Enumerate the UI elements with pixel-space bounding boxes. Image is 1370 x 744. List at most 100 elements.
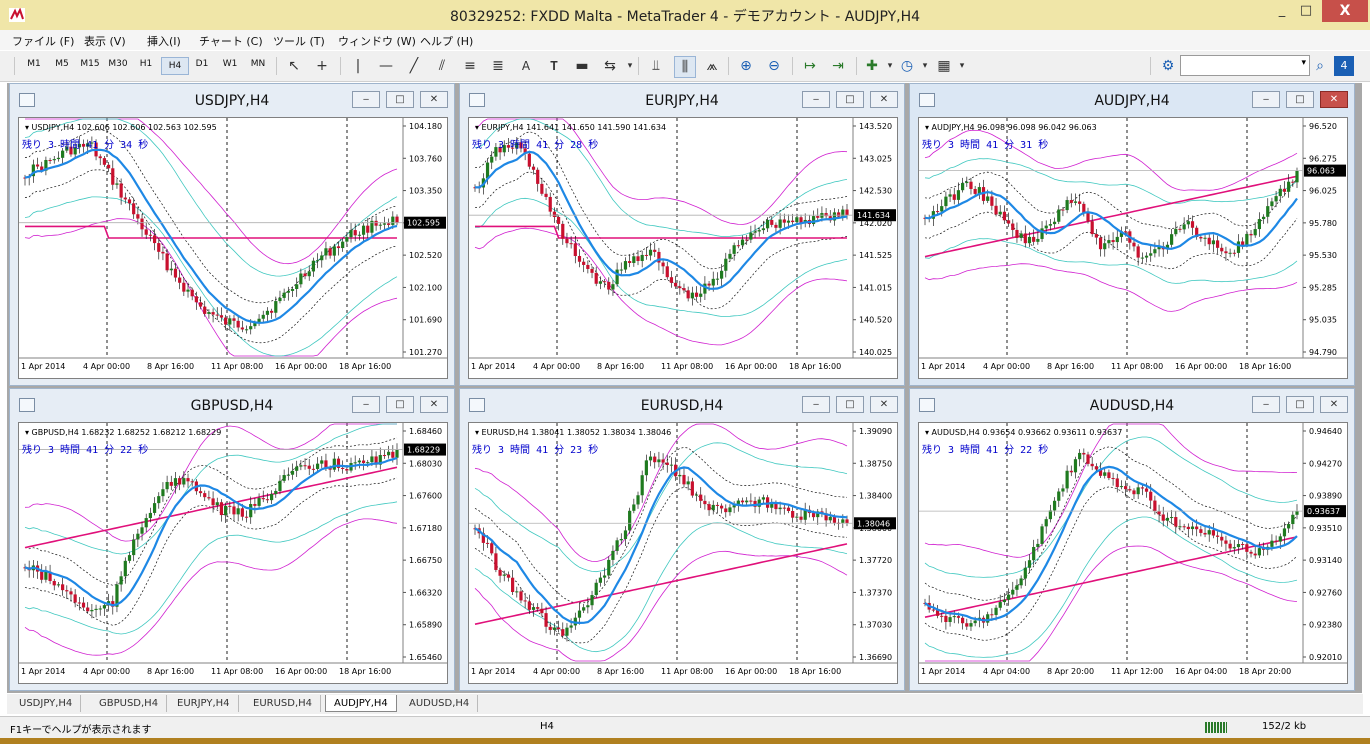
minimize-button[interactable]: _ [1270,2,1294,22]
timeframe-h1-button[interactable]: H1 [133,59,159,69]
tab-audusd[interactable]: AUDUSD,H4 [401,695,479,712]
chart-canvas[interactable]: ▾ GBPUSD,H4 1.68232 1.68252 1.68212 1.68… [19,423,447,683]
line-chart-icon[interactable]: ⩕ [702,56,722,76]
chart-window[interactable]: AUDUSD,H4 ‒ □ ✕ ▾ AUDUSD,H4 0.93654 0.93662 … [909,388,1355,691]
chart-plot[interactable]: ▾ AUDUSD,H4 0.93654 0.93662 0.93611 0.93… [918,422,1348,684]
chevron-down-icon[interactable]: ▾ [1301,58,1306,68]
crosshair-icon[interactable]: + [312,56,332,76]
vertical-line-icon[interactable]: | [348,56,368,76]
menu-file[interactable]: ファイル (F) [12,33,74,49]
mail-icon[interactable]: 4 [1334,56,1354,76]
menu-window[interactable]: ウィンドウ (W) [338,33,416,49]
chart-close-button[interactable]: ✕ [1320,91,1348,108]
chart-minimize-button[interactable]: ‒ [352,91,380,108]
timeframe-m1-button[interactable]: M1 [21,59,47,69]
menu-view[interactable]: 表示 (V) [84,33,126,49]
fibonacci-icon[interactable]: ≡ [460,56,480,76]
chart-plot[interactable]: ▾ USDJPY,H4 102.606 102.606 102.563 102.… [18,117,448,379]
bar-chart-icon[interactable]: ⫫ [646,56,666,76]
chart-maximize-button[interactable]: □ [386,91,414,108]
chart-canvas[interactable]: ▾ AUDUSD,H4 0.93654 0.93662 0.93611 0.93… [919,423,1347,683]
text-label-icon[interactable]: 𝐓 [544,56,564,76]
chart-window[interactable]: GBPUSD,H4 ‒ □ ✕ ▾ GBPUSD,H4 1.68232 1.68252 … [9,388,455,691]
chart-window-title-bar[interactable]: EURUSD,H4 ‒ □ ✕ [460,389,904,421]
timeframe-d1-button[interactable]: D1 [189,59,215,69]
tab-eurjpy[interactable]: EURJPY,H4 [169,695,239,712]
close-button[interactable]: X [1322,0,1368,22]
price-tick-label: 1.68030 [409,459,442,468]
chart-canvas[interactable]: ▾ EURJPY,H4 141.641 141.650 141.590 141.… [469,118,897,378]
templates-icon[interactable]: ▦ [934,56,954,76]
search-icon[interactable]: ⌕ [1310,56,1330,76]
chart-window[interactable]: USDJPY,H4 ‒ □ ✕ ▾ USDJPY,H4 102.606 102.606 … [9,83,455,386]
chart-close-button[interactable]: ✕ [870,91,898,108]
candlestick [1203,233,1207,247]
chart-canvas[interactable]: ▾ AUDJPY,H4 96.098 96.098 96.042 96.063 残… [919,118,1347,378]
chart-window-title-bar[interactable]: AUDUSD,H4 ‒ □ ✕ [910,389,1354,421]
chart-canvas[interactable]: ▾ USDJPY,H4 102.606 102.606 102.563 102.… [19,118,447,378]
timeframe-m5-button[interactable]: M5 [49,59,75,69]
tab-audjpy[interactable]: AUDJPY,H4 [325,695,397,712]
tab-usdjpy[interactable]: USDJPY,H4 [11,695,82,712]
chart-maximize-button[interactable]: □ [1286,396,1314,413]
settings-icon[interactable]: ⚙ [1158,56,1178,76]
chart-plot[interactable]: ▾ EURUSD,H4 1.38041 1.38052 1.38034 1.38… [468,422,898,684]
chart-maximize-button[interactable]: □ [836,396,864,413]
tab-gbpusd[interactable]: GBPUSD,H4 [91,695,168,712]
cursor-icon[interactable]: ↖ [284,56,304,76]
periods-icon[interactable]: ◷ [897,56,917,76]
chart-close-button[interactable]: ✕ [420,396,448,413]
zoom-out-icon[interactable]: ⊖ [764,56,784,76]
time-tick-label: 18 Apr 16:00 [339,362,391,371]
chart-plot[interactable]: ▾ GBPUSD,H4 1.68232 1.68252 1.68212 1.68… [18,422,448,684]
chart-maximize-button[interactable]: □ [1286,91,1314,108]
chevron-down-icon[interactable]: ▾ [620,56,640,76]
chart-close-button[interactable]: ✕ [1320,396,1348,413]
horizontal-line-icon[interactable]: — [376,56,396,76]
chart-window[interactable]: EURUSD,H4 ‒ □ ✕ ▾ EURUSD,H4 1.38041 1.38052 … [459,388,905,691]
fibonacci-fan-icon[interactable]: ≣ [488,56,508,76]
chart-minimize-button[interactable]: ‒ [802,396,830,413]
candlestick-icon[interactable]: ⫼ [674,56,696,78]
equidistant-channel-icon[interactable]: ⫽ [432,56,452,76]
zoom-in-icon[interactable]: ⊕ [736,56,756,76]
chart-close-button[interactable]: ✕ [870,396,898,413]
chart-window-title-bar[interactable]: AUDJPY,H4 ‒ □ ✕ [910,84,1354,116]
trendline-icon[interactable]: ╱ [404,56,424,76]
timeframe-h4-button[interactable]: H4 [161,57,189,75]
search-input[interactable]: ▾ [1180,55,1310,76]
timeframe-mn-button[interactable]: MN [245,59,271,69]
arrows-icon[interactable]: ⇆ [600,56,620,76]
rectangle-icon[interactable]: ▬ [572,56,592,76]
chart-canvas[interactable]: ▾ EURUSD,H4 1.38041 1.38052 1.38034 1.38… [469,423,897,683]
timeframe-w1-button[interactable]: W1 [217,59,243,69]
maximize-button[interactable]: □ [1294,2,1318,22]
chart-window-title-bar[interactable]: GBPUSD,H4 ‒ □ ✕ [10,389,454,421]
chart-shift-icon[interactable]: ⇥ [828,56,848,76]
chart-plot[interactable]: ▾ EURJPY,H4 141.641 141.650 141.590 141.… [468,117,898,379]
chart-minimize-button[interactable]: ‒ [1252,396,1280,413]
auto-scroll-icon[interactable]: ↦ [800,56,820,76]
chart-window[interactable]: AUDJPY,H4 ‒ □ ✕ ▾ AUDJPY,H4 96.098 96.098 96… [909,83,1355,386]
chart-maximize-button[interactable]: □ [386,396,414,413]
chart-minimize-button[interactable]: ‒ [352,396,380,413]
menu-chart[interactable]: チャート (C) [199,33,263,49]
chart-minimize-button[interactable]: ‒ [1252,91,1280,108]
chart-plot[interactable]: ▾ AUDJPY,H4 96.098 96.098 96.042 96.063 残… [918,117,1348,379]
chevron-down-icon[interactable]: ▾ [915,56,935,76]
indicators-icon[interactable]: ✚ [862,56,882,76]
chart-maximize-button[interactable]: □ [836,91,864,108]
text-icon[interactable]: A [516,56,536,76]
chart-window-title-bar[interactable]: USDJPY,H4 ‒ □ ✕ [10,84,454,116]
chart-window-title-bar[interactable]: EURJPY,H4 ‒ □ ✕ [460,84,904,116]
chart-minimize-button[interactable]: ‒ [802,91,830,108]
menu-insert[interactable]: 挿入(I) [147,33,181,49]
menu-help[interactable]: ヘルプ (H) [420,33,473,49]
chevron-down-icon[interactable]: ▾ [952,56,972,76]
timeframe-m15-button[interactable]: M15 [77,59,103,69]
timeframe-m30-button[interactable]: M30 [105,59,131,69]
chart-window[interactable]: EURJPY,H4 ‒ □ ✕ ▾ EURJPY,H4 141.641 141.650 … [459,83,905,386]
menu-tools[interactable]: ツール (T) [273,33,325,49]
tab-eurusd[interactable]: EURUSD,H4 [245,695,322,712]
chart-close-button[interactable]: ✕ [420,91,448,108]
